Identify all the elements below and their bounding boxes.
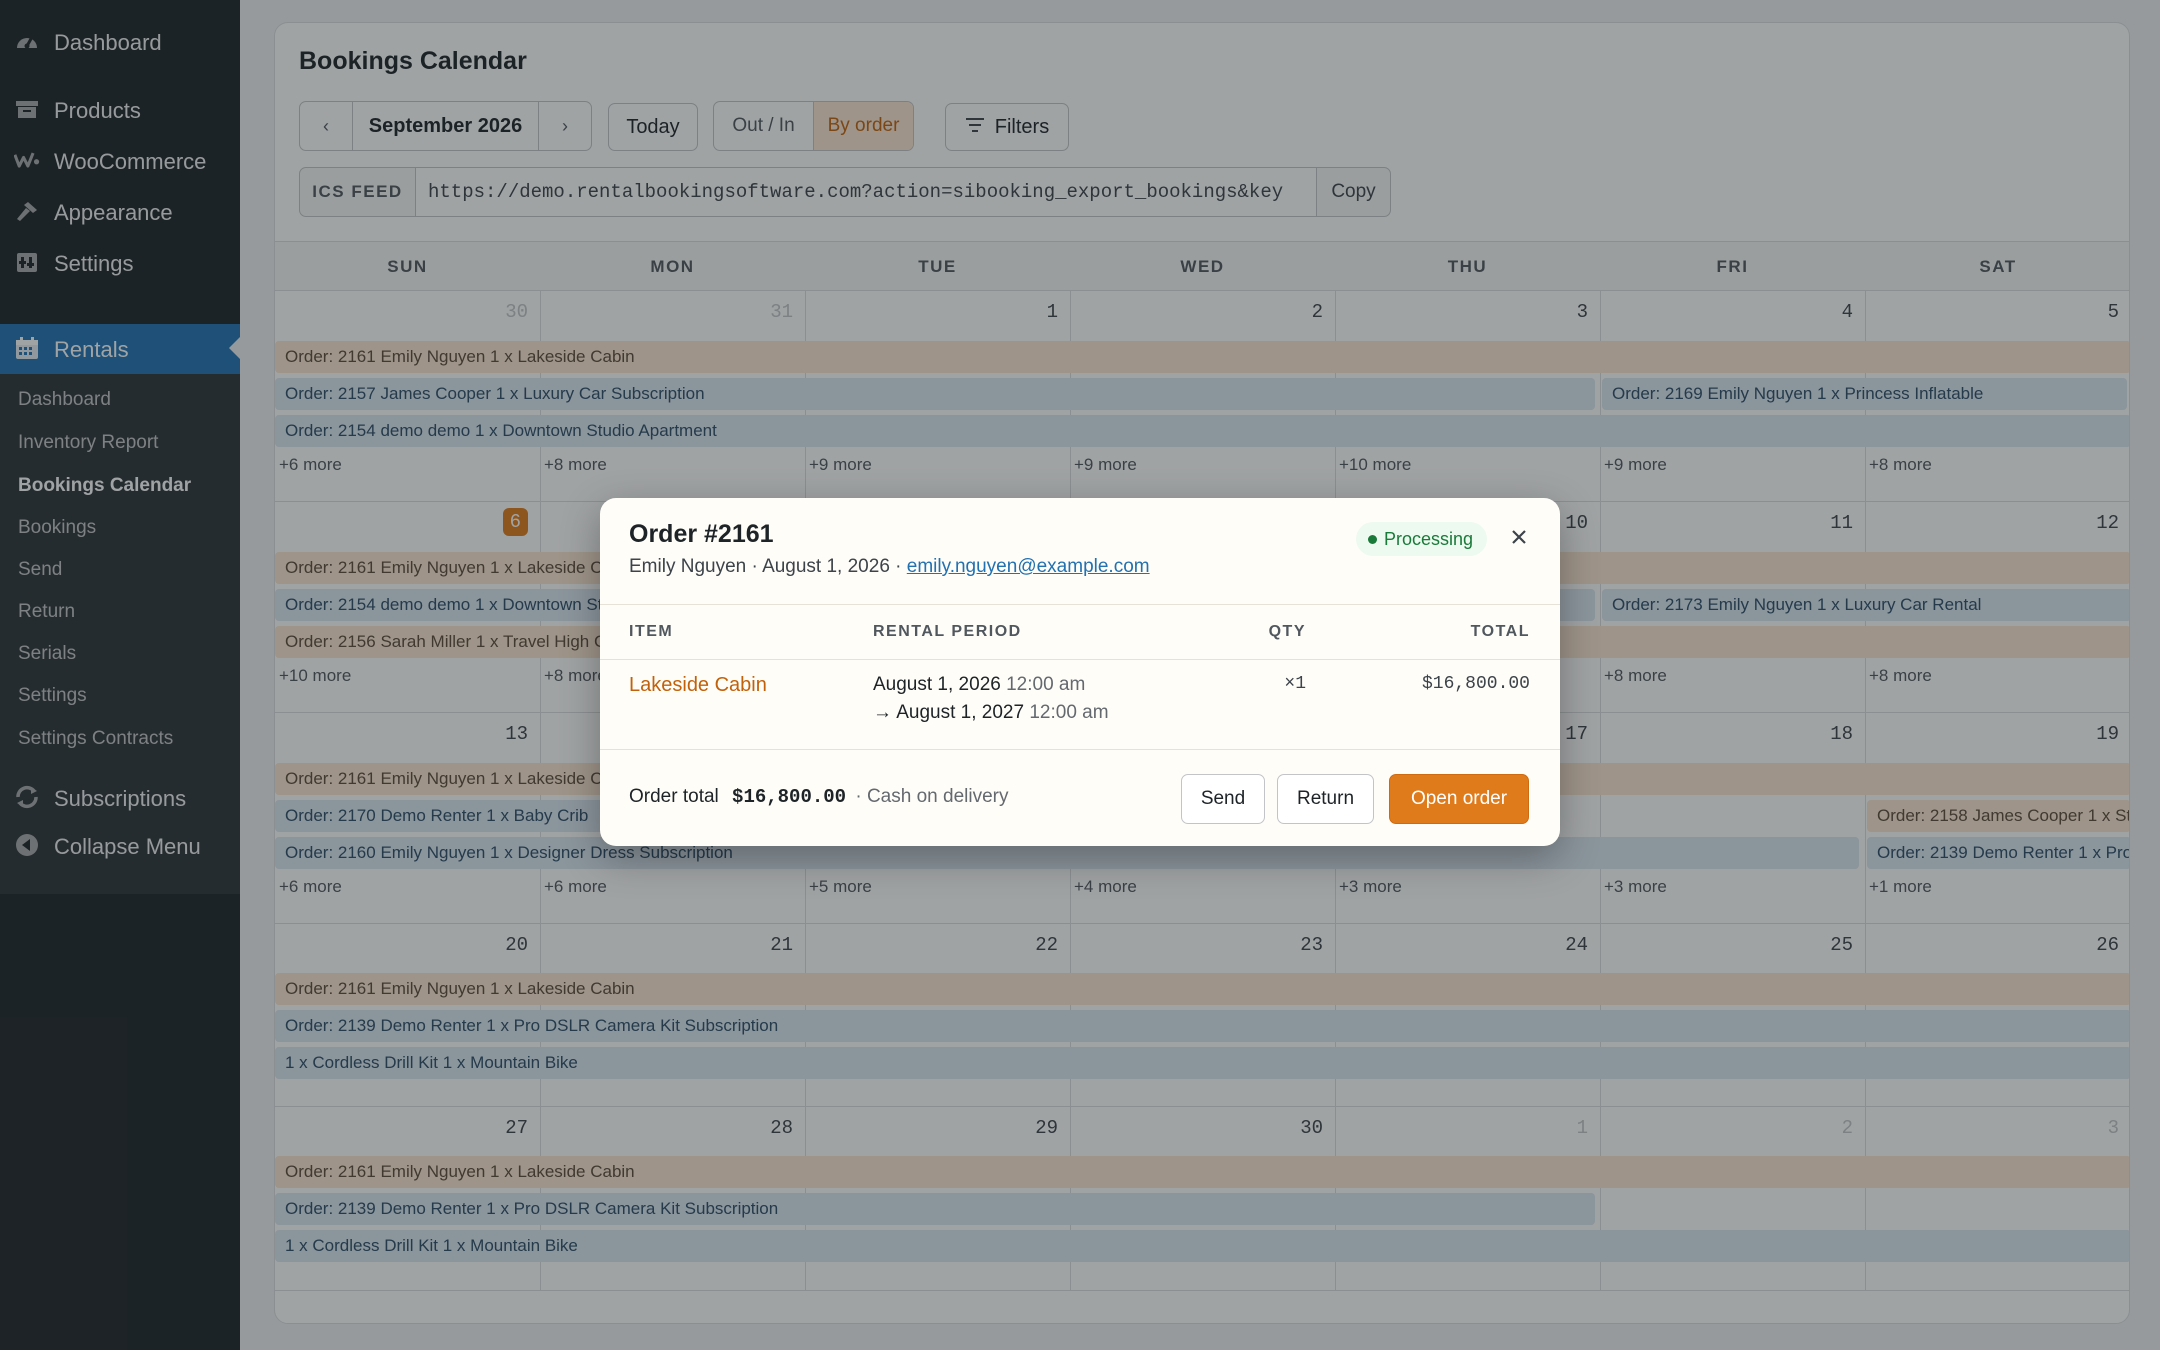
modal-subtitle: Emily Nguyen · August 1, 2026 · emily.ng… — [629, 556, 1150, 578]
separator: · — [895, 556, 902, 577]
items-table-header: ITEM RENTAL PERIOD QTY TOTAL — [600, 604, 1560, 660]
rental-period-end: → August 1, 2027 12:00 am — [873, 702, 1109, 724]
return-button[interactable]: Return — [1277, 774, 1374, 824]
close-button[interactable] — [1504, 524, 1534, 554]
modal-title: Order #2161 — [629, 520, 774, 548]
item-qty: ×1 — [1284, 674, 1306, 694]
separator: · — [751, 556, 758, 577]
column-total: TOTAL — [1470, 623, 1530, 640]
start-time: 12:00 am — [1006, 674, 1086, 695]
end-time: 12:00 am — [1029, 702, 1109, 723]
open-order-button[interactable]: Open order — [1389, 774, 1529, 824]
column-item: ITEM — [629, 623, 674, 640]
order-total-label: Order total — [629, 786, 719, 807]
order-total-amount: $16,800.00 — [732, 786, 847, 808]
customer-email-link[interactable]: emily.nguyen@example.com — [907, 556, 1150, 577]
column-rental-period: RENTAL PERIOD — [873, 623, 1022, 640]
rental-period-start: August 1, 2026 12:00 am — [873, 674, 1085, 696]
order-total: Order total $16,800.00 · Cash on deliver… — [629, 786, 1008, 808]
end-date: → August 1, 2027 — [873, 702, 1025, 723]
close-icon — [1511, 529, 1527, 550]
order-date: August 1, 2026 — [762, 556, 890, 577]
table-row: Lakeside Cabin August 1, 2026 12:00 am →… — [600, 660, 1560, 750]
item-total: $16,800.00 — [1421, 674, 1530, 694]
order-modal: Order #2161 Emily Nguyen · August 1, 202… — [600, 498, 1560, 846]
customer-name: Emily Nguyen — [629, 556, 747, 577]
item-name-link[interactable]: Lakeside Cabin — [629, 674, 767, 697]
start-date: August 1, 2026 — [873, 674, 1001, 695]
payment-method: · Cash on delivery — [855, 786, 1009, 807]
status-badge: Processing — [1356, 522, 1488, 556]
column-qty: QTY — [1268, 623, 1306, 640]
send-button[interactable]: Send — [1181, 774, 1265, 824]
